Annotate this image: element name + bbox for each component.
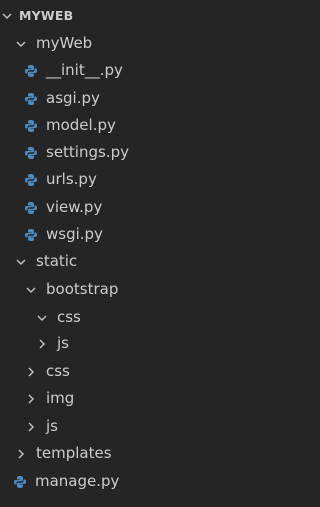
folder-bootstrap[interactable]: bootstrap <box>0 276 286 303</box>
file-settings-py[interactable]: settings.py <box>0 139 286 166</box>
file-manage-py[interactable]: manage.py <box>0 468 286 495</box>
folder-static-js[interactable]: js <box>0 413 286 440</box>
python-icon <box>13 475 27 489</box>
folder-label: img <box>46 389 75 407</box>
folder-static-img[interactable]: img <box>0 385 286 412</box>
folder-label: js <box>46 417 58 435</box>
file-label: __init__.py <box>46 61 123 79</box>
file-urls-py[interactable]: urls.py <box>0 166 286 193</box>
chevron-right-icon <box>14 447 28 461</box>
chevron-down-icon <box>0 9 14 23</box>
folder-static[interactable]: static <box>0 248 286 275</box>
folder-label: static <box>36 252 78 270</box>
file-label: manage.py <box>35 472 120 490</box>
folder-label: templates <box>36 444 112 462</box>
python-icon <box>24 119 38 133</box>
file-label: urls.py <box>46 170 97 188</box>
folder-bootstrap-css[interactable]: css <box>0 304 286 331</box>
folder-static-css[interactable]: css <box>0 358 286 385</box>
file-init-py[interactable]: __init__.py <box>0 57 286 84</box>
chevron-right-icon <box>35 337 49 351</box>
file-view-py[interactable]: view.py <box>0 194 286 221</box>
file-asgi-py[interactable]: asgi.py <box>0 85 286 112</box>
explorer-root-myweb[interactable]: MYWEB <box>0 2 286 29</box>
file-label: view.py <box>46 198 103 216</box>
folder-label: css <box>57 308 81 326</box>
file-model-py[interactable]: model.py <box>0 112 286 139</box>
folder-label: css <box>46 362 70 380</box>
python-icon <box>24 146 38 160</box>
folder-label: myWeb <box>36 34 93 52</box>
chevron-down-icon <box>35 311 49 325</box>
chevron-down-icon <box>14 255 28 269</box>
chevron-right-icon <box>24 365 38 379</box>
chevron-right-icon <box>24 392 38 406</box>
chevron-down-icon <box>14 37 28 51</box>
chevron-right-icon <box>24 420 38 434</box>
folder-templates[interactable]: templates <box>0 440 286 467</box>
folder-myweb[interactable]: myWeb <box>0 30 286 57</box>
python-icon <box>24 201 38 215</box>
python-icon <box>24 92 38 106</box>
file-label: settings.py <box>46 143 129 161</box>
file-label: wsgi.py <box>46 225 103 243</box>
explorer-root-label: MYWEB <box>19 8 74 23</box>
folder-label: js <box>57 334 69 352</box>
python-icon <box>24 228 38 242</box>
file-wsgi-py[interactable]: wsgi.py <box>0 221 286 248</box>
file-label: model.py <box>46 116 116 134</box>
python-icon <box>24 64 38 78</box>
folder-label: bootstrap <box>46 280 119 298</box>
chevron-down-icon <box>24 283 38 297</box>
file-label: asgi.py <box>46 89 100 107</box>
folder-bootstrap-js[interactable]: js <box>0 330 286 357</box>
python-icon <box>24 173 38 187</box>
